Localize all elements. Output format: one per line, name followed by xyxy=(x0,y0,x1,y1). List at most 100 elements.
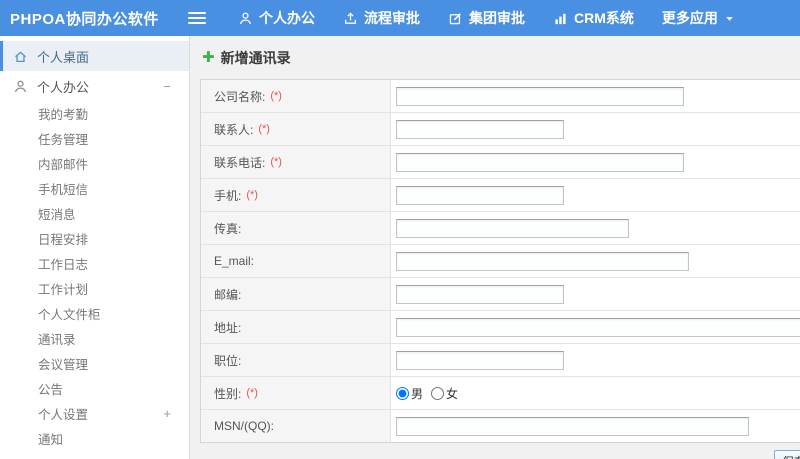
sidebar-item-label: 我的考勤 xyxy=(38,108,89,122)
field-value-cell xyxy=(391,311,800,343)
field-label-cell: 邮编: xyxy=(201,278,391,310)
field-label: 职位: xyxy=(214,353,242,368)
sidebar-subitem-6[interactable]: 手机短信 xyxy=(0,176,189,201)
gender-option-label: 男 xyxy=(411,386,424,401)
sidebar-subitem-7[interactable]: 短消息 xyxy=(0,201,189,226)
sidebar-item-label: 工作计划 xyxy=(38,283,89,297)
form-row: 手机: (*) xyxy=(201,179,800,212)
form-row: 传真: xyxy=(201,212,800,245)
user-icon xyxy=(238,11,253,26)
gender-option-1[interactable]: 男 xyxy=(396,385,423,402)
sidebar-subitem-9[interactable]: 工作日志 xyxy=(0,251,189,276)
expander-toggle-icon[interactable]: − xyxy=(163,79,171,94)
required-marker: (*) xyxy=(258,123,270,135)
field-input-3[interactable] xyxy=(396,152,684,172)
field-input-4[interactable] xyxy=(396,185,564,205)
field-input-6[interactable] xyxy=(396,251,689,271)
field-label-cell: E_mail: xyxy=(201,245,391,277)
field-label: 手机: xyxy=(214,188,242,203)
sidebar-item-label: 日程安排 xyxy=(38,233,89,247)
top-menu-item-label: 个人办公 xyxy=(259,10,315,26)
top-menu-item-5[interactable]: 更多应用 xyxy=(662,8,735,28)
sidebar-item-2[interactable]: 个人办公 − xyxy=(0,71,189,101)
sidebar-item-label: 个人办公 xyxy=(37,79,90,95)
sidebar-item-label: 工作日志 xyxy=(38,258,89,272)
field-value-cell xyxy=(391,344,800,376)
field-label-cell: 联系人: (*) xyxy=(201,113,391,145)
sidebar-subitem-10[interactable]: 工作计划 xyxy=(0,276,189,301)
form-row: MSN/(QQ): xyxy=(201,410,800,442)
top-menu-item-3[interactable]: 集团审批 xyxy=(448,8,525,28)
save-button[interactable]: 保存 xyxy=(774,450,800,459)
field-label-cell: 公司名称: (*) xyxy=(201,80,391,112)
field-value-cell xyxy=(391,80,800,112)
field-input-5[interactable] xyxy=(396,218,629,238)
main-content: ✚ 新增通讯录 公司名称: (*) 联系人: (*) 联系电话: (*) 手机: (*) 传真:… xyxy=(190,36,800,459)
top-menu-item-1[interactable]: 个人办公 xyxy=(238,8,315,28)
home-icon xyxy=(13,49,28,64)
field-value-cell xyxy=(391,179,800,211)
sidebar-item-label: 个人设置 xyxy=(38,408,89,422)
gender-option-label: 女 xyxy=(446,386,459,401)
field-label: 联系人: xyxy=(214,122,254,137)
sidebar-item-label: 公告 xyxy=(38,383,64,397)
field-label: 公司名称: xyxy=(214,89,266,104)
sidebar-subitem-12[interactable]: 通讯录 xyxy=(0,326,189,351)
sidebar-item-label: 短消息 xyxy=(38,208,76,222)
sidebar-item-1[interactable]: 个人桌面 xyxy=(0,41,189,71)
sidebar-item-label: 内部邮件 xyxy=(38,158,89,172)
sidebar-subitem-15[interactable]: 个人设置 + xyxy=(0,401,189,426)
form-row: E_mail: xyxy=(201,245,800,278)
caret-down-icon xyxy=(724,13,735,24)
field-input-8[interactable] xyxy=(396,317,800,337)
field-value-cell: 男女 xyxy=(391,377,800,409)
field-input-1[interactable] xyxy=(396,86,684,106)
field-value-cell xyxy=(391,245,800,277)
sidebar-subitem-4[interactable]: 任务管理 xyxy=(0,126,189,151)
app-logo: PHPOA协同办公软件 xyxy=(10,10,159,28)
field-value-cell xyxy=(391,146,800,178)
field-label: MSN/(QQ): xyxy=(214,419,274,433)
top-menu-item-2[interactable]: 流程审批 xyxy=(343,8,420,28)
field-label-cell: 手机: (*) xyxy=(201,179,391,211)
field-label-cell: 联系电话: (*) xyxy=(201,146,391,178)
form-row: 地址: xyxy=(201,311,800,344)
field-input-7[interactable] xyxy=(396,284,564,304)
user-icon xyxy=(13,79,28,94)
field-input-2[interactable] xyxy=(396,119,564,139)
sidebar-subitem-14[interactable]: 公告 xyxy=(0,376,189,401)
gender-option-2[interactable]: 女 xyxy=(431,385,458,402)
app-root: PHPOA协同办公软件 个人办公 流程审批 集团审批 CRM系统 更多应用 个人桌面 个人… xyxy=(0,0,800,459)
topbar: PHPOA协同办公软件 个人办公 流程审批 集团审批 CRM系统 更多应用 xyxy=(0,0,800,36)
expander-toggle-icon[interactable]: + xyxy=(163,406,171,421)
field-label: 性别: xyxy=(214,386,242,401)
field-label: 传真: xyxy=(214,221,242,236)
add-plus-icon: ✚ xyxy=(202,49,215,66)
sidebar-item-label: 任务管理 xyxy=(38,133,89,147)
field-label: 邮编: xyxy=(214,287,242,302)
page-title-text: 新增通讯录 xyxy=(220,49,291,66)
top-menu-item-label: 更多应用 xyxy=(661,10,718,26)
gender-radio-1[interactable] xyxy=(396,386,409,400)
sidebar-subitem-11[interactable]: 个人文件柜 xyxy=(0,301,189,326)
form-row: 邮编: xyxy=(201,278,800,311)
page-title: ✚ 新增通讯录 xyxy=(190,36,800,79)
required-marker: (*) xyxy=(270,156,282,168)
gender-radio-2[interactable] xyxy=(431,386,445,400)
required-marker: (*) xyxy=(246,189,258,201)
sidebar-item-label: 通讯录 xyxy=(38,333,76,347)
sidebar-subitem-13[interactable]: 会议管理 xyxy=(0,351,189,376)
top-menu-item-4[interactable]: CRM系统 xyxy=(553,8,634,28)
field-input-11[interactable] xyxy=(396,416,749,436)
sidebar-subitem-3[interactable]: 我的考勤 xyxy=(0,101,189,126)
field-label: 地址: xyxy=(214,320,242,335)
hamburger-menu-icon[interactable] xyxy=(188,11,206,25)
sidebar-item-label: 会议管理 xyxy=(38,358,89,372)
field-input-9[interactable] xyxy=(396,350,564,370)
sidebar-subitem-8[interactable]: 日程安排 xyxy=(0,226,189,251)
field-label: E_mail: xyxy=(214,254,255,268)
required-marker: (*) xyxy=(246,387,258,399)
sidebar-subitem-5[interactable]: 内部邮件 xyxy=(0,151,189,176)
field-label-cell: 地址: xyxy=(201,311,391,343)
sidebar-subitem-16[interactable]: 通知 xyxy=(0,426,189,451)
